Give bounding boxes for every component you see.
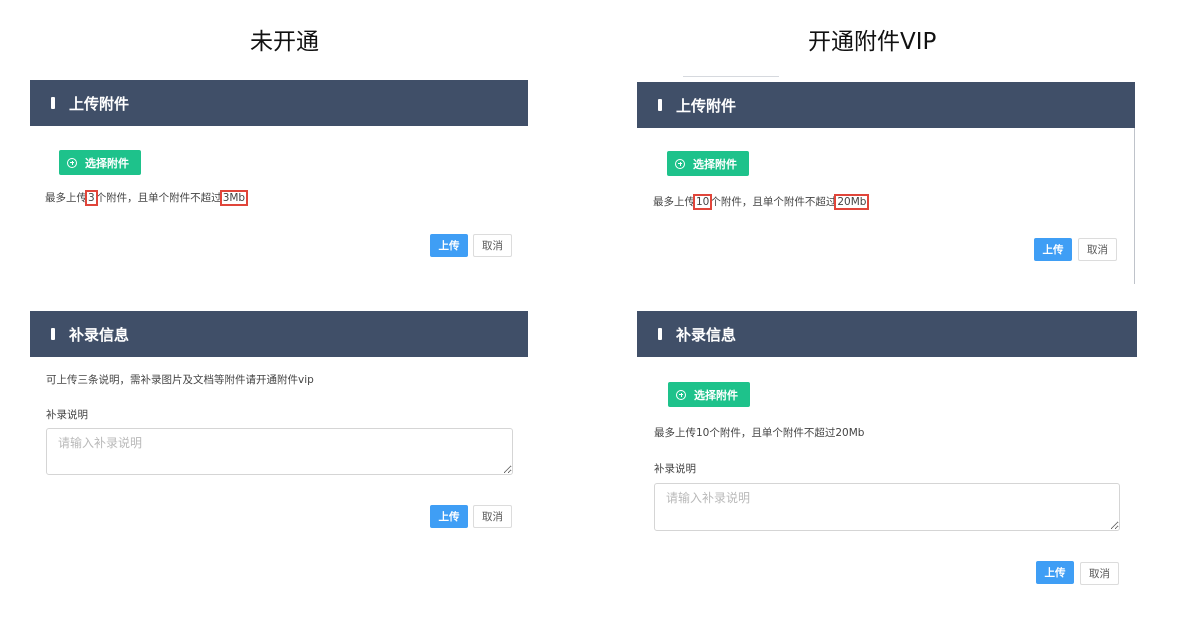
right-select-attachment-button[interactable]: 选择附件 bbox=[667, 151, 749, 176]
limit-middle: 个附件，且单个附件不超过 bbox=[710, 196, 837, 208]
right-supplement-cancel-button[interactable]: 取消 bbox=[1080, 562, 1119, 585]
left-supplement-notice: 可上传三条说明，需补录图片及文档等附件请开通附件vip bbox=[46, 374, 314, 386]
limit-count-highlight: 10 bbox=[692, 194, 713, 210]
left-upload-limit-text: 最多上传3个附件，且单个附件不超过3Mb bbox=[45, 190, 249, 206]
right-supplement-field-label: 补录说明 bbox=[654, 463, 696, 475]
right-supplement-panel-title: 补录信息 bbox=[676, 325, 737, 344]
left-supplement-panel-header: 补录信息 bbox=[30, 311, 528, 357]
left-cancel-button[interactable]: 取消 bbox=[473, 234, 512, 257]
right-panel-border bbox=[1134, 128, 1135, 284]
left-supplement-field-label: 补录说明 bbox=[46, 409, 88, 421]
header-bar-icon bbox=[658, 328, 662, 340]
limit-size-highlight: 3Mb bbox=[219, 190, 249, 206]
select-button-label: 选择附件 bbox=[693, 157, 737, 171]
right-upload-button[interactable]: 上传 bbox=[1034, 238, 1072, 261]
plus-circle-icon bbox=[67, 157, 77, 168]
right-upload-panel-title: 上传附件 bbox=[676, 96, 737, 115]
left-select-attachment-button[interactable]: 选择附件 bbox=[59, 150, 141, 175]
select-button-label: 选择附件 bbox=[85, 156, 129, 170]
limit-count-highlight: 3 bbox=[85, 190, 98, 206]
header-bar-icon bbox=[51, 328, 55, 340]
right-supplement-select-button[interactable]: 选择附件 bbox=[668, 382, 750, 407]
right-cancel-button[interactable]: 取消 bbox=[1078, 238, 1117, 261]
select-button-label: 选择附件 bbox=[694, 388, 738, 402]
left-supplement-upload-button[interactable]: 上传 bbox=[430, 505, 468, 528]
limit-size-highlight: 20Mb bbox=[834, 194, 870, 210]
limit-prefix: 最多上传 bbox=[45, 192, 87, 204]
right-column-title: 开通附件VIP bbox=[808, 29, 937, 55]
header-bar-icon bbox=[658, 99, 662, 111]
right-supplement-textarea[interactable] bbox=[654, 483, 1120, 531]
header-bar-icon bbox=[51, 97, 55, 109]
limit-prefix: 最多上传 bbox=[653, 196, 695, 208]
plus-circle-icon bbox=[676, 389, 686, 400]
left-upload-button[interactable]: 上传 bbox=[430, 234, 468, 257]
left-upload-panel-header: 上传附件 bbox=[30, 80, 528, 126]
right-supplement-panel-header: 补录信息 bbox=[637, 311, 1137, 357]
left-supplement-panel-title: 补录信息 bbox=[69, 325, 130, 344]
limit-middle: 个附件，且单个附件不超过 bbox=[95, 192, 222, 204]
plus-circle-icon bbox=[675, 158, 685, 169]
right-upload-limit-text: 最多上传10个附件，且单个附件不超过20Mb bbox=[653, 194, 870, 210]
right-upload-panel-header: 上传附件 bbox=[637, 82, 1135, 128]
left-supplement-cancel-button[interactable]: 取消 bbox=[473, 505, 512, 528]
right-top-border bbox=[683, 76, 779, 77]
right-supplement-limit-text: 最多上传10个附件，且单个附件不超过20Mb bbox=[654, 427, 865, 439]
left-upload-panel-title: 上传附件 bbox=[69, 94, 130, 113]
right-supplement-upload-button[interactable]: 上传 bbox=[1036, 561, 1074, 584]
left-column-title: 未开通 bbox=[250, 29, 319, 55]
left-supplement-textarea[interactable] bbox=[46, 428, 513, 475]
